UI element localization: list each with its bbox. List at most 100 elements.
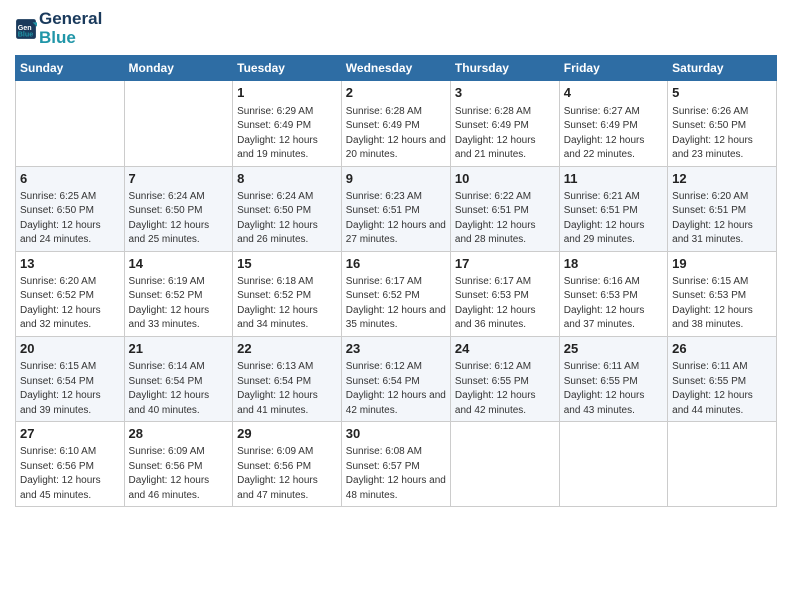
logo-general: General [39,10,102,29]
day-detail: Sunrise: 6:12 AM Sunset: 6:55 PM Dayligh… [455,360,555,418]
day-number: 7 [129,170,229,188]
calendar-header-row: SundayMondayTuesdayWednesdayThursdayFrid… [16,56,777,81]
day-number: 27 [20,425,120,443]
day-number: 1 [237,84,337,102]
day-detail: Sunrise: 6:14 AM Sunset: 6:54 PM Dayligh… [129,360,229,418]
col-header-saturday: Saturday [668,56,777,81]
day-detail: Sunrise: 6:13 AM Sunset: 6:54 PM Dayligh… [237,360,337,418]
day-detail: Sunrise: 6:15 AM Sunset: 6:53 PM Dayligh… [672,275,772,333]
logo-blue: Blue [39,29,102,48]
day-number: 10 [455,170,555,188]
day-detail: Sunrise: 6:11 AM Sunset: 6:55 PM Dayligh… [564,360,663,418]
day-number: 30 [346,425,446,443]
col-header-monday: Monday [124,56,233,81]
day-number: 15 [237,255,337,273]
day-detail: Sunrise: 6:10 AM Sunset: 6:56 PM Dayligh… [20,445,120,503]
logo: Gen Blue General Blue [15,10,102,47]
day-number: 17 [455,255,555,273]
day-cell: 9 Sunrise: 6:23 AM Sunset: 6:51 PM Daylig… [341,166,450,251]
day-detail: Sunrise: 6:11 AM Sunset: 6:55 PM Dayligh… [672,360,772,418]
day-detail: Sunrise: 6:09 AM Sunset: 6:56 PM Dayligh… [237,445,337,503]
day-number: 8 [237,170,337,188]
day-number: 21 [129,340,229,358]
day-detail: Sunrise: 6:20 AM Sunset: 6:51 PM Dayligh… [672,190,772,248]
day-cell: 1 Sunrise: 6:29 AM Sunset: 6:49 PM Daylig… [233,81,342,166]
day-number: 9 [346,170,446,188]
day-cell: 16 Sunrise: 6:17 AM Sunset: 6:52 PM Dayli… [341,251,450,336]
day-detail: Sunrise: 6:21 AM Sunset: 6:51 PM Dayligh… [564,190,663,248]
day-detail: Sunrise: 6:18 AM Sunset: 6:52 PM Dayligh… [237,275,337,333]
day-number: 29 [237,425,337,443]
day-detail: Sunrise: 6:23 AM Sunset: 6:51 PM Dayligh… [346,190,446,248]
day-cell: 2 Sunrise: 6:28 AM Sunset: 6:49 PM Daylig… [341,81,450,166]
day-detail: Sunrise: 6:29 AM Sunset: 6:49 PM Dayligh… [237,105,337,163]
day-cell: 22 Sunrise: 6:13 AM Sunset: 6:54 PM Dayli… [233,336,342,421]
day-number: 25 [564,340,663,358]
day-number: 6 [20,170,120,188]
day-detail: Sunrise: 6:19 AM Sunset: 6:52 PM Dayligh… [129,275,229,333]
day-number: 28 [129,425,229,443]
day-cell: 15 Sunrise: 6:18 AM Sunset: 6:52 PM Dayli… [233,251,342,336]
week-row-1: 1 Sunrise: 6:29 AM Sunset: 6:49 PM Daylig… [16,81,777,166]
day-cell: 26 Sunrise: 6:11 AM Sunset: 6:55 PM Dayli… [668,336,777,421]
day-number: 4 [564,84,663,102]
col-header-sunday: Sunday [16,56,125,81]
day-number: 22 [237,340,337,358]
day-detail: Sunrise: 6:12 AM Sunset: 6:54 PM Dayligh… [346,360,446,418]
day-detail: Sunrise: 6:08 AM Sunset: 6:57 PM Dayligh… [346,445,446,503]
day-detail: Sunrise: 6:26 AM Sunset: 6:50 PM Dayligh… [672,105,772,163]
day-cell: 30 Sunrise: 6:08 AM Sunset: 6:57 PM Dayli… [341,422,450,507]
day-detail: Sunrise: 6:20 AM Sunset: 6:52 PM Dayligh… [20,275,120,333]
day-cell: 17 Sunrise: 6:17 AM Sunset: 6:53 PM Dayli… [450,251,559,336]
day-cell: 25 Sunrise: 6:11 AM Sunset: 6:55 PM Dayli… [559,336,667,421]
day-detail: Sunrise: 6:28 AM Sunset: 6:49 PM Dayligh… [346,105,446,163]
day-cell [124,81,233,166]
day-number: 3 [455,84,555,102]
day-number: 16 [346,255,446,273]
day-cell: 5Sunrise: 6:26 AM Sunset: 6:50 PM Daylig… [668,81,777,166]
day-number: 26 [672,340,772,358]
week-row-4: 20Sunrise: 6:15 AM Sunset: 6:54 PM Dayli… [16,336,777,421]
day-cell: 4Sunrise: 6:27 AM Sunset: 6:49 PM Daylig… [559,81,667,166]
day-detail: Sunrise: 6:28 AM Sunset: 6:49 PM Dayligh… [455,105,555,163]
day-cell [559,422,667,507]
day-number: 13 [20,255,120,273]
day-detail: Sunrise: 6:17 AM Sunset: 6:52 PM Dayligh… [346,275,446,333]
day-number: 20 [20,340,120,358]
day-cell: 12 Sunrise: 6:20 AM Sunset: 6:51 PM Dayli… [668,166,777,251]
day-detail: Sunrise: 6:17 AM Sunset: 6:53 PM Dayligh… [455,275,555,333]
day-cell: 20Sunrise: 6:15 AM Sunset: 6:54 PM Dayli… [16,336,125,421]
day-detail: Sunrise: 6:25 AM Sunset: 6:50 PM Dayligh… [20,190,120,248]
day-number: 2 [346,84,446,102]
day-number: 11 [564,170,663,188]
day-cell: 11 Sunrise: 6:21 AM Sunset: 6:51 PM Dayli… [559,166,667,251]
col-header-tuesday: Tuesday [233,56,342,81]
week-row-2: 6 Sunrise: 6:25 AM Sunset: 6:50 PM Daylig… [16,166,777,251]
day-cell [668,422,777,507]
day-detail: Sunrise: 6:24 AM Sunset: 6:50 PM Dayligh… [129,190,229,248]
page-header: Gen Blue General Blue [15,10,777,47]
day-detail: Sunrise: 6:09 AM Sunset: 6:56 PM Dayligh… [129,445,229,503]
col-header-wednesday: Wednesday [341,56,450,81]
svg-text:Blue: Blue [18,30,34,38]
day-number: 24 [455,340,555,358]
day-number: 23 [346,340,446,358]
day-cell: 6 Sunrise: 6:25 AM Sunset: 6:50 PM Daylig… [16,166,125,251]
day-detail: Sunrise: 6:22 AM Sunset: 6:51 PM Dayligh… [455,190,555,248]
day-cell: 8Sunrise: 6:24 AM Sunset: 6:50 PM Daylig… [233,166,342,251]
day-cell: 21 Sunrise: 6:14 AM Sunset: 6:54 PM Dayli… [124,336,233,421]
day-cell: 14 Sunrise: 6:19 AM Sunset: 6:52 PM Dayli… [124,251,233,336]
day-cell: 24 Sunrise: 6:12 AM Sunset: 6:55 PM Dayli… [450,336,559,421]
day-cell: 13 Sunrise: 6:20 AM Sunset: 6:52 PM Dayli… [16,251,125,336]
day-cell: 27 Sunrise: 6:10 AM Sunset: 6:56 PM Dayli… [16,422,125,507]
day-number: 18 [564,255,663,273]
day-detail: Sunrise: 6:16 AM Sunset: 6:53 PM Dayligh… [564,275,663,333]
day-number: 12 [672,170,772,188]
week-row-5: 27 Sunrise: 6:10 AM Sunset: 6:56 PM Dayli… [16,422,777,507]
day-cell [450,422,559,507]
day-number: 14 [129,255,229,273]
day-cell: 7 Sunrise: 6:24 AM Sunset: 6:50 PM Daylig… [124,166,233,251]
col-header-thursday: Thursday [450,56,559,81]
day-cell: 28 Sunrise: 6:09 AM Sunset: 6:56 PM Dayli… [124,422,233,507]
col-header-friday: Friday [559,56,667,81]
